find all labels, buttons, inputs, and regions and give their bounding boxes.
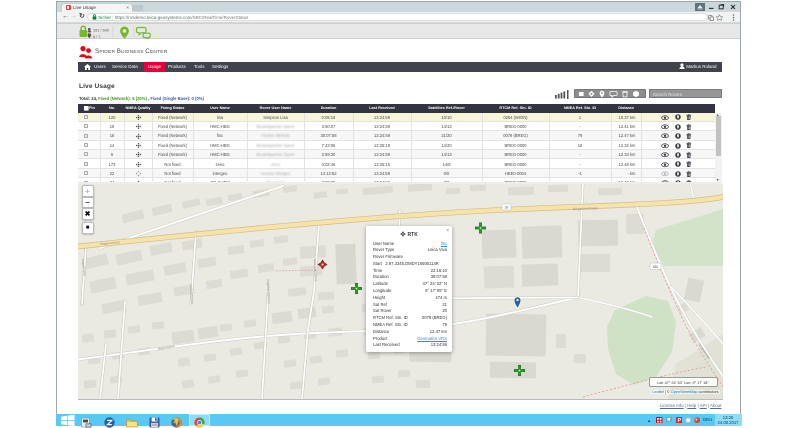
svg-text:P: P bbox=[677, 418, 681, 423]
svg-text:Industriestrasse: Industriestrasse bbox=[313, 258, 318, 281]
svg-text:151 / 600: 151 / 600 bbox=[93, 29, 109, 33]
svg-text:30: 30 bbox=[504, 205, 508, 209]
svg-text:480: 480 bbox=[652, 265, 658, 269]
